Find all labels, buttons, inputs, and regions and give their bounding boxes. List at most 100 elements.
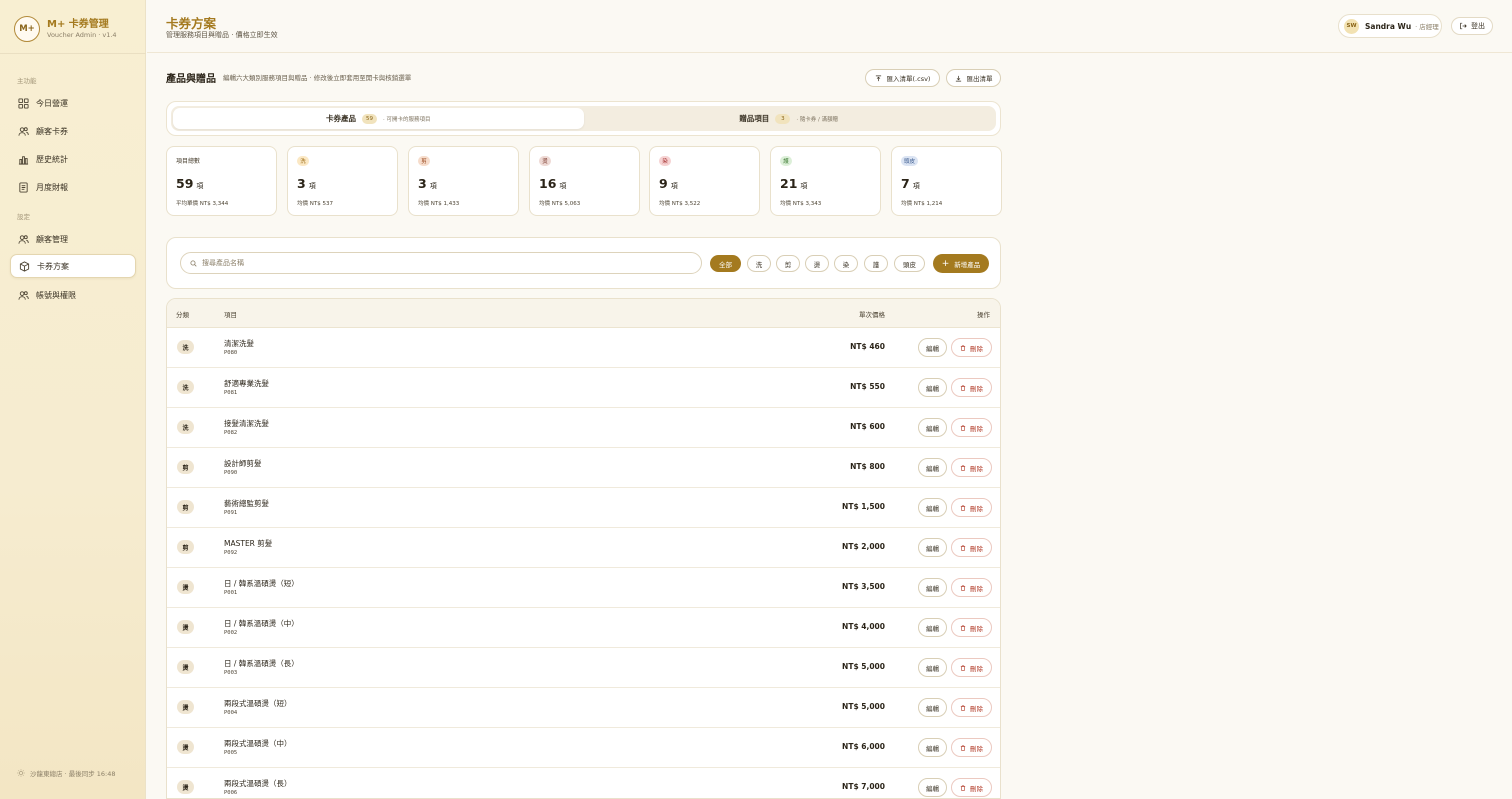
logout-button[interactable]: 登出 <box>1451 17 1493 35</box>
delete-button[interactable]: 刪除 <box>951 418 992 437</box>
tab-gift-items[interactable]: 贈品項目 3 · 隨卡券 / 滿額贈 <box>584 108 995 129</box>
product-tabs: 卡券產品 59 · 可開卡的服務項目 贈品項目 3 · 隨卡券 / 滿額贈 <box>166 101 1001 136</box>
item-code: P090 <box>224 470 238 476</box>
product-table: 分類 項目 單次價格 操作 洗清潔洗髮 P080 NT$ 460 編輯 刪除洗舒適專業洗… <box>166 298 1001 799</box>
item-name: 日 / 韓系溫碩燙（長） <box>224 659 299 668</box>
delete-button[interactable]: 刪除 <box>951 698 992 717</box>
edit-button[interactable]: 編輯 <box>918 418 947 437</box>
delete-button[interactable]: 刪除 <box>951 618 992 637</box>
item-price: NT$ 5,000 <box>842 662 885 671</box>
import-csv-button[interactable]: 匯入清單(.csv) <box>865 69 940 87</box>
sidebar-section-settings: 設定 <box>17 213 30 221</box>
filter-chip[interactable]: 護 <box>864 255 888 272</box>
sidebar-item-monthly-report[interactable]: 月度財報 <box>10 175 136 199</box>
brand-name: M+ 卡券管理 <box>47 19 109 30</box>
category-badge: 染 <box>659 156 671 166</box>
category-badge: 護 <box>780 156 792 166</box>
plus-icon: + <box>941 258 950 269</box>
edit-button[interactable]: 編輯 <box>918 778 947 797</box>
count-badge: 59 <box>362 113 377 124</box>
edit-button[interactable]: 編輯 <box>918 658 947 677</box>
export-button[interactable]: 匯出清單 <box>946 69 1001 87</box>
edit-button[interactable]: 編輯 <box>918 458 947 477</box>
item-code: P001 <box>224 590 238 596</box>
user-menu[interactable]: SW Sandra Wu · 店經理 <box>1338 14 1442 38</box>
edit-button[interactable]: 編輯 <box>918 738 947 757</box>
item-name: 舒適專業洗髮 <box>224 379 269 388</box>
delete-button[interactable]: 刪除 <box>951 538 992 557</box>
sidebar-item-label: 月度財報 <box>36 182 68 192</box>
delete-button[interactable]: 刪除 <box>951 498 992 517</box>
item-name: 清潔洗髮 <box>224 339 254 348</box>
item-price: NT$ 460 <box>850 342 885 351</box>
sidebar-item-label: 顧客卡券 <box>36 126 68 136</box>
grid-icon <box>18 97 29 109</box>
tab-voucher-products[interactable]: 卡券產品 59 · 可開卡的服務項目 <box>173 108 584 129</box>
category-badge: 洗 <box>177 380 194 394</box>
trash-icon <box>960 345 966 351</box>
category-badge: 剪 <box>177 460 194 474</box>
sidebar-item-accounts[interactable]: 帳號與權限 <box>10 283 136 307</box>
delete-button[interactable]: 刪除 <box>951 458 992 477</box>
table-row: 燙 日 / 韓系溫碩燙（短） P001 NT$ 3,500 編輯 刪除 <box>167 568 1000 608</box>
trash-icon <box>960 425 966 431</box>
download-icon <box>955 75 961 81</box>
page-subtitle: 管理服務項目與贈品 · 價格立即生效 <box>166 31 278 39</box>
filter-chip[interactable]: 全部 <box>710 255 741 272</box>
users-icon <box>18 234 29 245</box>
item-price: NT$ 3,500 <box>842 582 885 591</box>
delete-button[interactable]: 刪除 <box>951 378 992 397</box>
sidebar-item-voucher-plans[interactable]: 卡券方案 <box>10 254 136 278</box>
search-input[interactable] <box>202 259 682 267</box>
filter-chip[interactable]: 燙 <box>805 255 829 272</box>
table-row: 剪 MASTER 剪髮 P092 NT$ 2,000 編輯 刪除 <box>167 528 1000 568</box>
section-description: 編輯六大類別服務項目與贈品 · 修改後立即套用至開卡與核銷選單 <box>223 74 412 82</box>
filter-chip[interactable]: 染 <box>834 255 858 272</box>
column-header-category: 分類 <box>176 311 189 319</box>
edit-button[interactable]: 編輯 <box>918 378 947 397</box>
table-row: 燙 兩段式溫碩燙（長） P006 NT$ 7,000 編輯 刪除 <box>167 768 1000 798</box>
stat-card-category: 燙 16 項均價 NT$ 5,063 <box>529 146 640 216</box>
item-code: P092 <box>224 550 238 556</box>
table-row: 剪 設計師剪髮 P090 NT$ 800 編輯 刪除 <box>167 448 1000 488</box>
item-name: 日 / 韓系溫碩燙（中） <box>224 619 299 628</box>
category-badge: 燙 <box>177 580 194 594</box>
item-price: NT$ 800 <box>850 462 885 471</box>
category-badge: 燙 <box>177 660 194 674</box>
edit-button[interactable]: 編輯 <box>918 698 947 717</box>
item-code: P002 <box>224 630 238 636</box>
sidebar-item-customer-vouchers[interactable]: 顧客卡券 <box>10 119 136 143</box>
category-badge: 洗 <box>177 340 194 354</box>
edit-button[interactable]: 編輯 <box>918 538 947 557</box>
delete-button[interactable]: 刪除 <box>951 338 992 357</box>
filter-chip[interactable]: 剪 <box>776 255 800 272</box>
add-product-button[interactable]: + 新增產品 <box>933 254 989 273</box>
delete-button[interactable]: 刪除 <box>951 738 992 757</box>
delete-button[interactable]: 刪除 <box>951 578 992 597</box>
filter-chip[interactable]: 頭皮 <box>894 255 925 272</box>
item-name: 日 / 韓系溫碩燙（短） <box>224 579 299 588</box>
delete-button[interactable]: 刪除 <box>951 658 992 677</box>
edit-button[interactable]: 編輯 <box>918 498 947 517</box>
sidebar-item-history-stats[interactable]: 歷史統計 <box>10 147 136 171</box>
item-price: NT$ 2,000 <box>842 542 885 551</box>
sidebar-item-customer-management[interactable]: 顧客管理 <box>10 227 136 251</box>
table-row: 燙 日 / 韓系溫碩燙（長） P003 NT$ 5,000 編輯 刪除 <box>167 648 1000 688</box>
item-code: P082 <box>224 430 238 436</box>
sidebar-item-today[interactable]: 今日營運 <box>10 91 136 115</box>
trash-icon <box>960 385 966 391</box>
item-price: NT$ 600 <box>850 422 885 431</box>
upload-icon <box>875 75 881 81</box>
search-box <box>180 252 702 274</box>
edit-button[interactable]: 編輯 <box>918 618 947 637</box>
filter-chip[interactable]: 洗 <box>747 255 771 272</box>
item-name: 接髮清潔洗髮 <box>224 419 269 428</box>
users-icon <box>18 290 29 301</box>
delete-button[interactable]: 刪除 <box>951 778 992 797</box>
edit-button[interactable]: 編輯 <box>918 578 947 597</box>
table-row: 燙 兩段式溫碩燙（短） P004 NT$ 5,000 編輯 刪除 <box>167 688 1000 728</box>
edit-button[interactable]: 編輯 <box>918 338 947 357</box>
section-title: 產品與贈品 <box>166 74 216 85</box>
stat-card-category: 染 9 項均價 NT$ 3,522 <box>649 146 760 216</box>
sidebar-item-label: 卡券方案 <box>37 261 69 271</box>
